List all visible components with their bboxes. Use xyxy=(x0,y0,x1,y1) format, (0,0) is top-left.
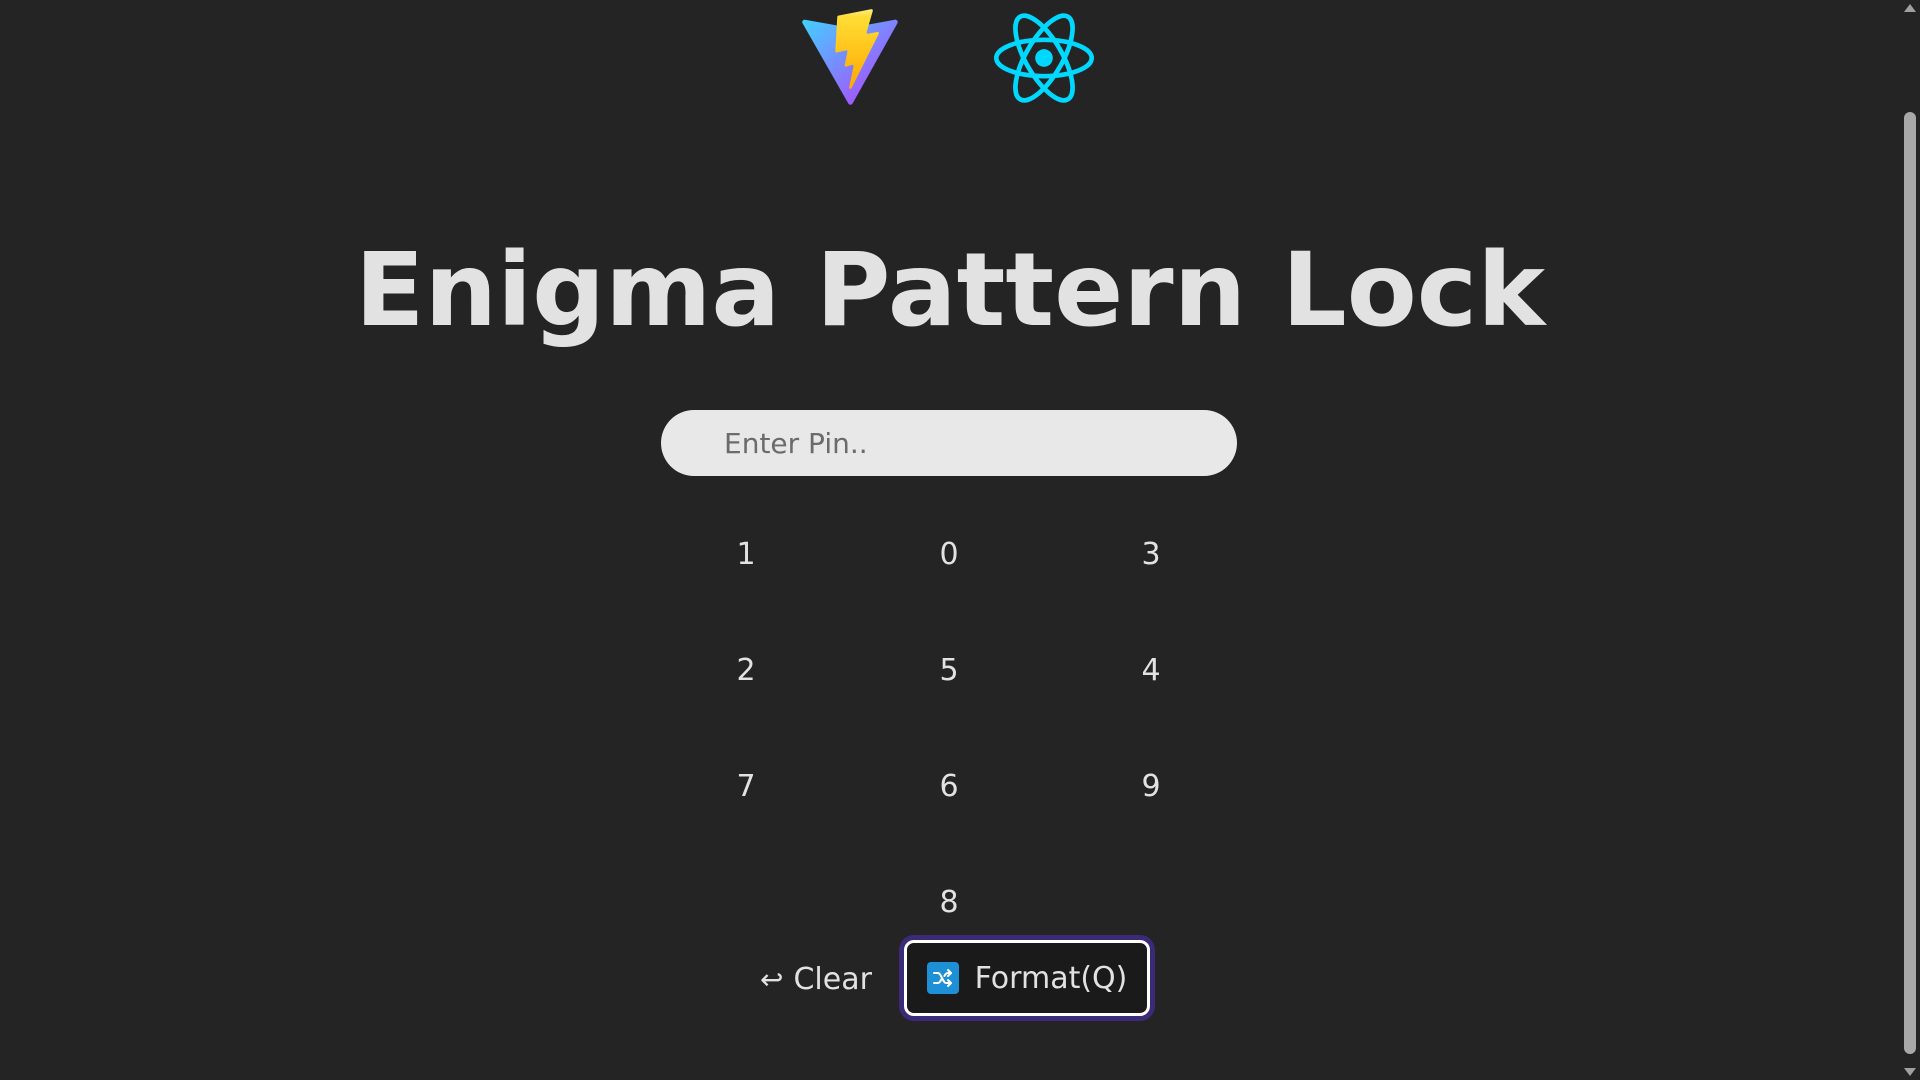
scrollbar-thumb[interactable] xyxy=(1904,112,1916,1054)
clear-button-label: Clear xyxy=(793,962,872,997)
keypad-key[interactable]: 6 xyxy=(889,752,1009,822)
pin-input[interactable] xyxy=(661,410,1237,476)
keypad-key[interactable]: 3 xyxy=(1091,520,1211,590)
vite-logo-icon[interactable] xyxy=(800,8,900,108)
page-title: Enigma Pattern Lock xyxy=(354,231,1546,350)
scroll-down-icon[interactable] xyxy=(1904,1068,1916,1076)
action-bar: ↩ Clear Format(Q) xyxy=(0,940,1900,1020)
clear-button[interactable]: ↩ Clear xyxy=(760,940,890,1020)
shuffle-icon xyxy=(926,962,959,994)
keypad-key[interactable]: 0 xyxy=(889,520,1009,590)
keypad-key[interactable]: 4 xyxy=(1091,636,1211,706)
keypad-key[interactable]: 9 xyxy=(1091,752,1211,822)
logo-bar xyxy=(0,0,1900,120)
format-button[interactable]: Format(Q) xyxy=(904,940,1150,1016)
keypad-key[interactable]: 5 xyxy=(889,636,1009,706)
react-logo-icon[interactable] xyxy=(990,2,1098,114)
keypad-key[interactable]: 2 xyxy=(686,636,806,706)
vertical-scrollbar[interactable] xyxy=(1900,0,1920,1080)
format-button-label: Format(Q) xyxy=(974,960,1128,996)
scroll-up-icon[interactable] xyxy=(1904,4,1916,12)
keypad: 1 0 3 2 5 4 7 6 9 8 xyxy=(0,520,1900,930)
app-root: Enigma Pattern Lock 1 0 3 2 5 4 7 6 9 8 … xyxy=(0,0,1900,1080)
keypad-key[interactable]: 7 xyxy=(686,752,806,822)
keypad-key[interactable]: 8 xyxy=(889,868,1009,938)
return-arrow-icon: ↩ xyxy=(760,963,784,996)
keypad-key[interactable]: 1 xyxy=(686,520,806,590)
